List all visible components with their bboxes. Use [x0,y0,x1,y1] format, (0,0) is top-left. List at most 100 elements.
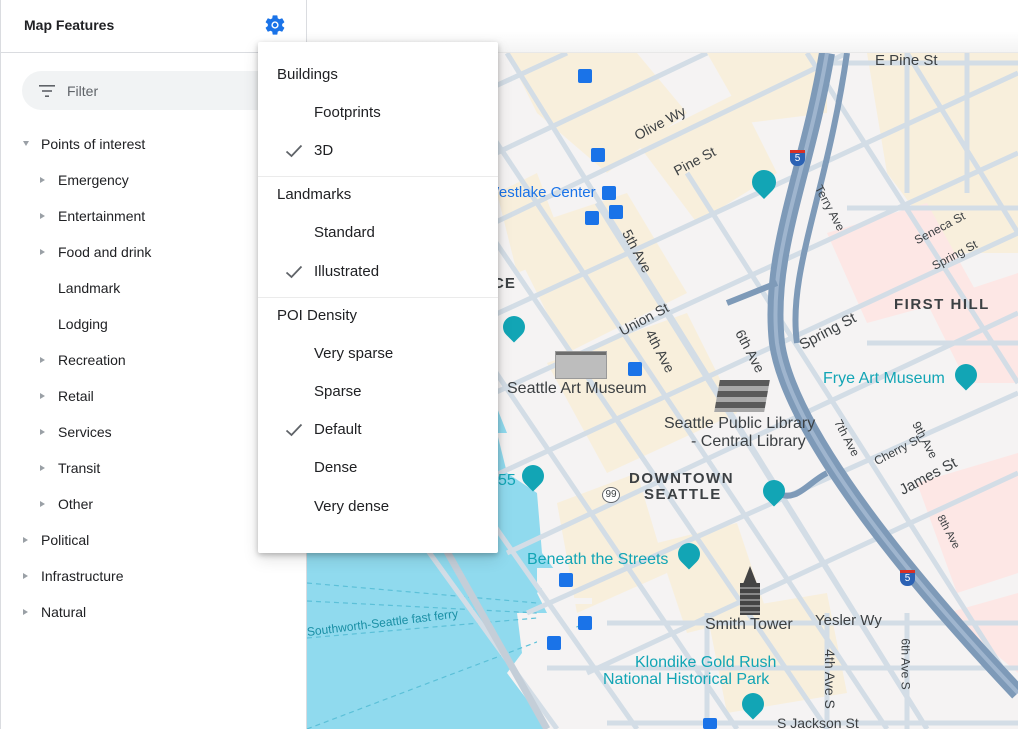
tree-item[interactable]: Recreation [40,348,126,372]
caret-down-icon[interactable] [23,141,29,146]
label-seattle: SEATTLE [644,486,722,503]
menu-option-label: Standard [314,224,375,242]
tree-item-label: Entertainment [58,208,146,224]
tree-item-label: Political [41,532,90,548]
caret-right-icon[interactable] [40,393,45,399]
tree-item-label: Infrastructure [41,568,124,584]
menu-option-label: Dense [314,459,358,477]
caret-right-icon[interactable] [40,357,45,363]
caret-right-icon[interactable] [40,501,45,507]
label-first-hill: FIRST HILL [894,296,990,313]
ferry-terminal-icon[interactable] [559,573,573,587]
caret-right-icon[interactable] [23,537,28,543]
menu-option[interactable]: 3D [258,135,498,167]
menu-option[interactable]: Footprints [258,97,498,129]
transit-icon[interactable] [578,69,592,83]
menu-option[interactable]: Very sparse [258,338,498,370]
tree-item-label: Recreation [58,352,126,368]
menu-divider [258,296,498,298]
tree-item[interactable]: Political [23,528,90,552]
transit-icon[interactable] [585,211,599,225]
filter-input[interactable] [67,71,267,110]
caret-right-icon[interactable] [40,465,45,471]
tree-item-label: Landmark [58,280,121,296]
checkmark-icon [285,423,303,437]
label-seattle-art-museum: Seattle Art Museum [507,380,647,397]
ferry-terminal-icon[interactable] [547,636,561,650]
tree-item-label: Services [58,424,112,440]
menu-option[interactable]: Dense [258,452,498,484]
i5-shield: 5 [900,570,915,586]
tree-item[interactable]: Services [40,420,112,444]
tree-item[interactable]: Emergency [40,168,129,192]
tree-item[interactable]: Points of interest [23,132,146,156]
tree-item-label: Food and drink [58,244,152,260]
menu-option[interactable]: Illustrated [258,256,498,288]
label-pier-55: 55 [498,472,516,489]
label-6th-ave-s: 6th Ave S [898,638,913,690]
menu-option[interactable]: Default [258,414,498,446]
transit-icon[interactable] [609,205,623,219]
menu-option-label: Very sparse [314,344,394,362]
i5-shield: 5 [790,150,805,166]
label-e-pine-st: E Pine St [875,53,938,69]
tree-item-label: Emergency [58,172,129,188]
ferry-terminal-icon[interactable] [578,616,592,630]
gear-icon[interactable] [263,13,287,37]
filter-field[interactable] [22,71,292,110]
label-spl-line2: - Central Library [691,433,806,450]
tree-item[interactable]: Landmark [58,276,120,300]
sr99-shield: 99 [602,487,620,503]
transit-icon[interactable] [591,148,605,162]
tree-item-label: Transit [58,460,101,476]
label-spl-line1: Seattle Public Library [664,415,816,432]
menu-option-label: 3D [314,142,334,160]
transit-icon[interactable] [703,718,717,729]
menu-option-label: Sparse [314,383,362,400]
tree-item[interactable]: Natural [23,600,87,624]
caret-right-icon[interactable] [40,213,45,219]
menu-option-label: Default [314,421,362,439]
tree-item[interactable]: Other [40,492,94,516]
smith-tower-illustration[interactable] [740,583,760,615]
caret-right-icon[interactable] [23,609,28,615]
smith-tower-spire [743,566,757,584]
tree-item-label: Natural [41,604,87,620]
tree-item-label: Lodging [58,316,108,332]
label-westlake-center: Westlake Center [485,184,596,201]
seattle-public-library-illustration[interactable] [714,380,770,412]
label-yesler-way: Yesler Wy [815,612,882,629]
label-4th-ave-s: 4th Ave S [821,649,838,709]
tree-item[interactable]: Transit [40,456,101,480]
tree-item[interactable]: Retail [40,384,94,408]
menu-option[interactable]: Very dense [258,491,498,523]
menu-option[interactable]: Standard [258,217,498,249]
tree-item-label: Points of interest [41,136,146,152]
transit-icon[interactable] [628,362,642,376]
label-s-jackson-st: S Jackson St [777,715,859,729]
tree-item[interactable]: Entertainment [40,204,146,228]
label-beneath-the-streets: Beneath the Streets [527,551,669,568]
caret-right-icon[interactable] [40,249,45,255]
caret-right-icon[interactable] [40,177,45,183]
tree-item[interactable]: Food and drink [40,240,152,264]
checkmark-icon [285,265,303,279]
menu-option-label: Footprints [314,104,381,121]
transit-icon[interactable] [602,186,616,200]
caret-right-icon[interactable] [23,573,28,579]
tree-item[interactable]: Lodging [58,312,108,336]
tree-item-label: Other [58,496,94,512]
filter-list-icon [38,82,56,100]
checkmark-icon [285,144,303,158]
menu-section-title: Buildings [277,66,338,83]
menu-option[interactable]: Sparse [258,376,498,408]
menu-option-label: Illustrated [314,262,380,280]
map-settings-menu: Buildings Footprints 3D Landmarks Standard Il… [258,42,498,553]
label-klondike-line2: National Historical Park [603,671,770,688]
seattle-art-museum-illustration[interactable] [555,351,607,379]
caret-right-icon[interactable] [40,429,45,435]
label-frye-art-museum: Frye Art Museum [823,370,945,387]
tree-item[interactable]: Infrastructure [23,564,124,588]
menu-divider [258,176,498,178]
menu-section-title: POI Density [277,306,358,324]
